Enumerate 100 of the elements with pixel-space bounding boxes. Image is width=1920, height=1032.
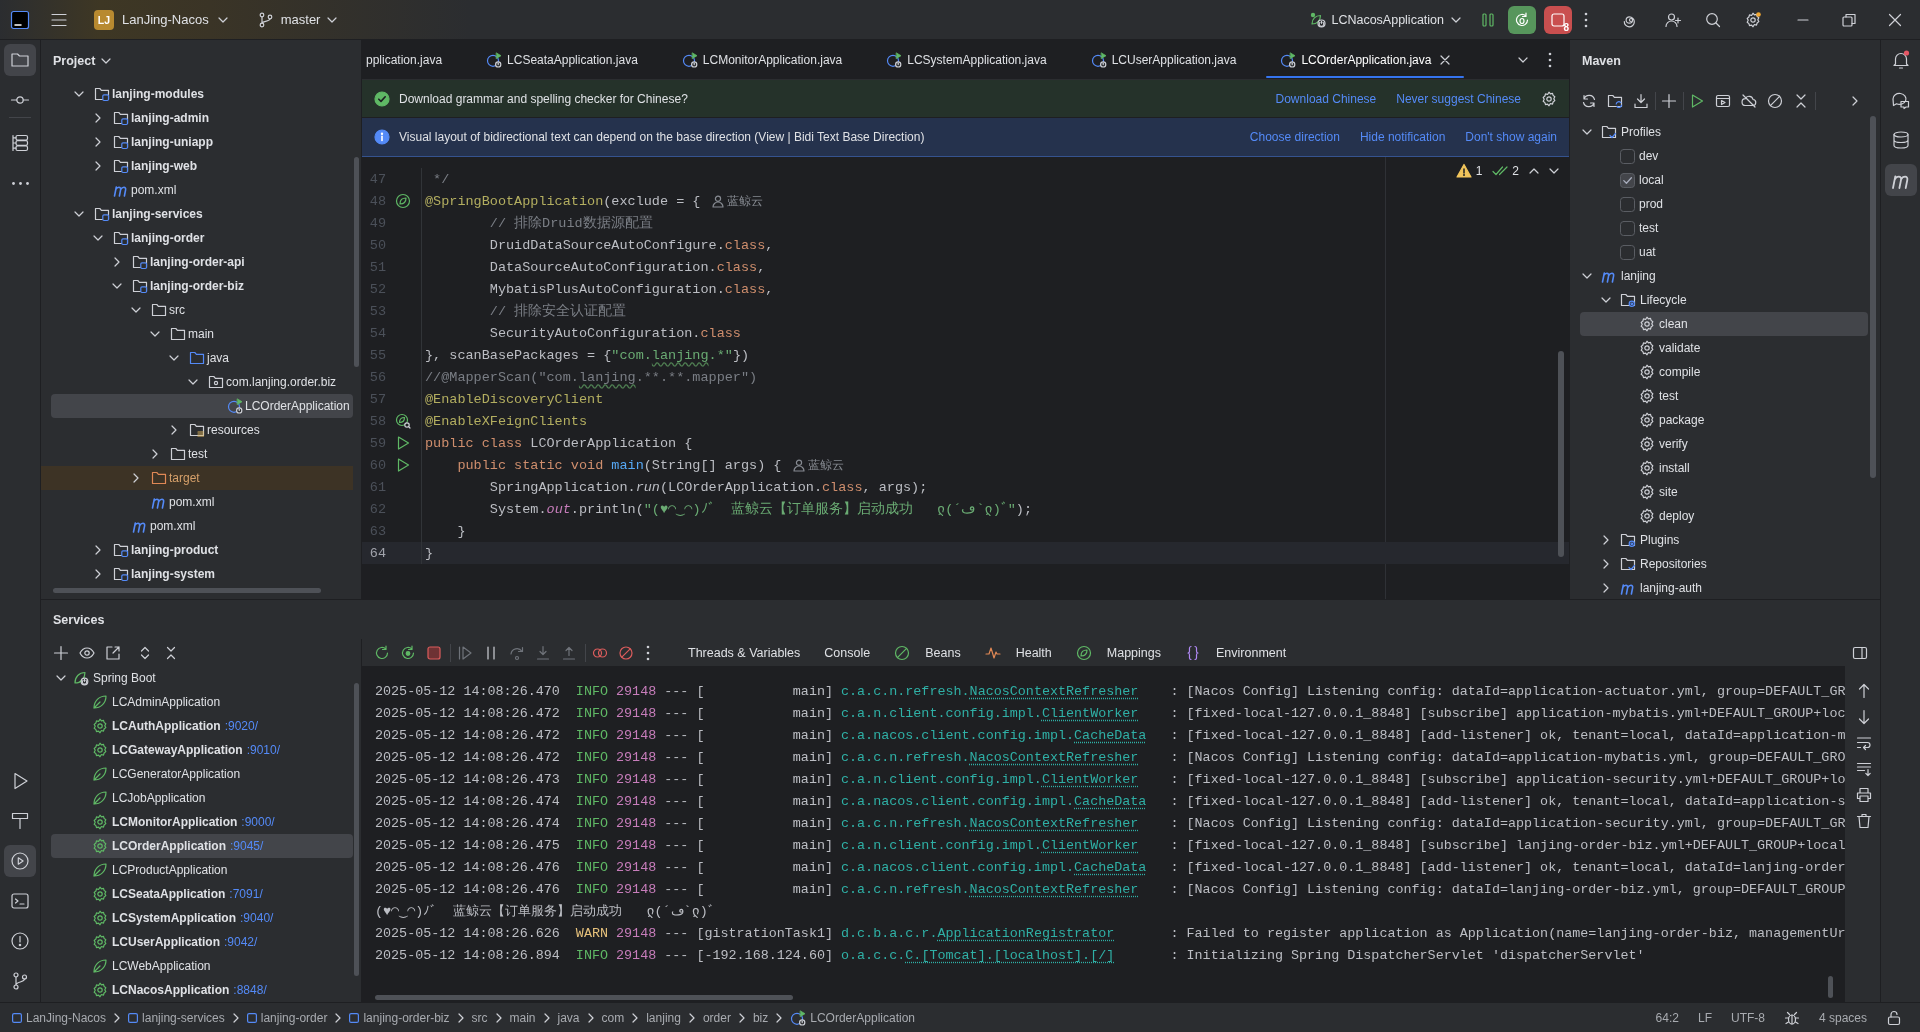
- tree-item[interactable]: lanjing-services: [51, 202, 353, 226]
- tree-item[interactable]: lanjing-order-biz: [51, 274, 353, 298]
- tree-item[interactable]: test: [51, 442, 353, 466]
- checkbox[interactable]: [1620, 172, 1635, 188]
- step-out-icon[interactable]: [561, 644, 577, 661]
- port-link[interactable]: :9010/: [246, 743, 281, 757]
- refresh-icon[interactable]: [1581, 93, 1597, 109]
- tree-item[interactable]: lanjing-uniapp: [51, 130, 353, 154]
- tree-item[interactable]: prod: [1580, 192, 1868, 216]
- skip-icon[interactable]: [1767, 93, 1783, 109]
- mute-breakpoints-icon[interactable]: [618, 644, 634, 661]
- chevron-right-icon[interactable]: [95, 161, 101, 171]
- eye-icon[interactable]: [79, 644, 95, 661]
- class-link[interactable]: NacosContextRefresher: [969, 816, 1139, 831]
- tree-item[interactable]: Spring Boot: [51, 666, 353, 690]
- step-over-icon[interactable]: [509, 644, 525, 661]
- chevron-down-icon[interactable]: [1601, 297, 1611, 303]
- restore-icon[interactable]: [1842, 12, 1856, 27]
- tree-item[interactable]: com.lanjing.order.biz: [51, 370, 353, 394]
- scroll-end-icon[interactable]: [1856, 761, 1873, 777]
- notification-link[interactable]: Choose direction: [1249, 130, 1340, 144]
- class-link[interactable]: ClientWorker: [1041, 838, 1139, 853]
- chevron-down-icon[interactable]: [1518, 56, 1528, 63]
- editor-tab[interactable]: LCUserApplication.java: [1068, 40, 1259, 79]
- run-icon[interactable]: [395, 435, 411, 451]
- project-selector[interactable]: LJ LanJing-Nacos: [94, 5, 228, 34]
- chevron-down-icon[interactable]: [131, 307, 141, 313]
- app-logo-icon[interactable]: [11, 10, 29, 29]
- port-link[interactable]: :9020/: [224, 719, 259, 733]
- checkbox[interactable]: [1620, 220, 1635, 236]
- tool-window-button[interactable]: [1884, 164, 1917, 196]
- pause-icon[interactable]: [1482, 12, 1494, 27]
- tree-item[interactable]: LCGatewayApplication :9010/: [51, 738, 353, 762]
- line-separator[interactable]: LF: [1697, 1010, 1712, 1025]
- tree-item[interactable]: LCAuthApplication :9020/: [51, 714, 353, 738]
- chevron-down-icon[interactable]: [112, 283, 122, 289]
- lock-icon[interactable]: [1886, 1009, 1902, 1026]
- chevron-right-icon[interactable]: [95, 113, 101, 123]
- tree-item[interactable]: lanjing-modules: [51, 82, 353, 106]
- tool-window-button[interactable]: [4, 845, 36, 877]
- chevron-down-icon[interactable]: [150, 331, 160, 337]
- caret-position[interactable]: 64:2: [1655, 1010, 1679, 1025]
- editor-tab[interactable]: LCMonitorApplication.java: [659, 40, 865, 79]
- editor-tab[interactable]: LCSystemApplication.java: [864, 40, 1069, 79]
- step-into-icon[interactable]: [535, 644, 551, 661]
- run-config-icon[interactable]: [1715, 93, 1731, 109]
- tree-item[interactable]: install: [1580, 456, 1868, 480]
- tree-item[interactable]: LCSystemApplication :9040/: [51, 906, 353, 930]
- tree-item[interactable]: verify: [1580, 432, 1868, 456]
- breadcrumb[interactable]: com: [599, 1010, 627, 1025]
- indent-setting[interactable]: 4 spaces: [1818, 1010, 1867, 1025]
- class-link[interactable]: CacheData: [1074, 794, 1147, 809]
- chevron-right-icon[interactable]: [1852, 96, 1858, 106]
- notification-link[interactable]: Download Chinese: [1275, 91, 1377, 106]
- chevron-right-icon[interactable]: [1603, 559, 1609, 569]
- close-icon[interactable]: [1888, 12, 1902, 27]
- tree-item[interactable]: LCProductApplication: [51, 858, 353, 882]
- tree-item[interactable]: pom.xml: [51, 178, 353, 202]
- class-link[interactable]: C.[Tomcat].[localhost].[/]: [905, 948, 1115, 963]
- reimport-icon[interactable]: [1607, 93, 1623, 109]
- chevron-right-icon[interactable]: [95, 569, 101, 579]
- port-link[interactable]: :9040/: [240, 911, 274, 925]
- tree-item[interactable]: deploy: [1580, 504, 1868, 528]
- breadcrumb[interactable]: lanjing-order: [244, 1010, 330, 1025]
- chevron-down-icon[interactable]: [1582, 129, 1592, 135]
- console-tab[interactable]: Threads & Variables: [688, 645, 801, 660]
- tree-item[interactable]: lanjing-web: [51, 154, 353, 178]
- soft-wrap-icon[interactable]: [1856, 735, 1873, 751]
- add-icon[interactable]: [1661, 93, 1677, 109]
- chevron-right-icon[interactable]: [1603, 535, 1609, 545]
- breadcrumb[interactable]: lanjing: [644, 1010, 683, 1025]
- tree-item[interactable]: LCOrderApplication :9045/: [51, 834, 353, 858]
- console-tab[interactable]: Health: [984, 644, 1052, 661]
- console-tab[interactable]: Environment: [1185, 644, 1287, 661]
- tree-item[interactable]: resources: [51, 418, 353, 442]
- rerun-icon[interactable]: [374, 644, 390, 661]
- breadcrumb[interactable]: LCOrderApplication: [788, 1009, 917, 1026]
- chevron-down-icon[interactable]: [1549, 168, 1559, 174]
- layout-icon[interactable]: [1852, 644, 1869, 661]
- tree-item[interactable]: lanjing-system: [51, 562, 353, 586]
- chevron-right-icon[interactable]: [95, 545, 101, 555]
- chevron-right-icon[interactable]: [133, 473, 139, 483]
- caret-icon[interactable]: [217, 16, 228, 23]
- leaf-search-icon[interactable]: [395, 413, 411, 429]
- print-icon[interactable]: [1856, 787, 1873, 803]
- breadcrumb[interactable]: order: [700, 1010, 733, 1025]
- scrollbar-thumb[interactable]: [1558, 351, 1564, 557]
- port-link[interactable]: :7091/: [229, 887, 263, 901]
- console-tab[interactable]: Console: [824, 645, 871, 660]
- class-link[interactable]: CacheData: [1074, 860, 1147, 875]
- tree-item[interactable]: LCOrderApplication: [51, 394, 353, 418]
- chevron-down-icon[interactable]: [93, 235, 103, 241]
- console-tab[interactable]: Beans: [894, 644, 961, 661]
- leaf-icon[interactable]: [395, 193, 411, 209]
- warning-icon[interactable]: [1455, 163, 1472, 179]
- download-icon[interactable]: [1633, 93, 1649, 109]
- scrollbar-thumb[interactable]: [1870, 116, 1876, 478]
- notification-link[interactable]: Hide notification: [1359, 130, 1446, 144]
- file-encoding[interactable]: UTF-8: [1730, 1010, 1765, 1025]
- restart-icon[interactable]: [400, 644, 416, 661]
